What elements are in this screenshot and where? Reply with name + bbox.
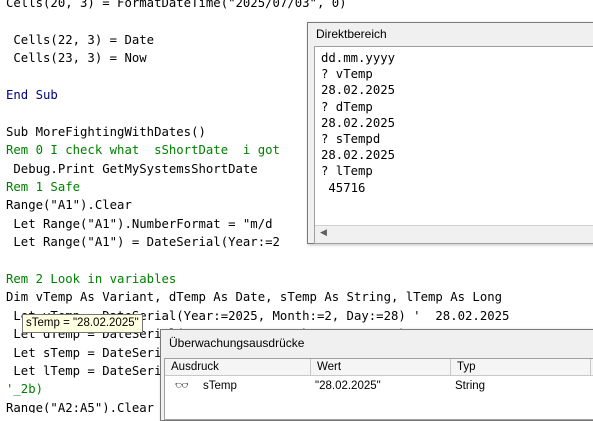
- immediate-horizontal-scrollbar[interactable]: ◀: [315, 225, 593, 243]
- code-line[interactable]: Cells(22, 3) = Date: [6, 31, 154, 49]
- code-line[interactable]: Cells(20, 3) = FormatDateTime("2025/07/0…: [6, 0, 347, 12]
- code-line[interactable]: '_2b): [6, 380, 43, 398]
- immediate-line[interactable]: 45716: [321, 180, 365, 197]
- immediate-line[interactable]: 28.02.2025: [321, 147, 395, 164]
- immediate-line[interactable]: ? vTemp: [321, 66, 373, 83]
- code-line[interactable]: Range("A1").Clear: [6, 196, 132, 214]
- code-line[interactable]: End Sub: [6, 86, 58, 104]
- code-line[interactable]: Rem 2 Look in variables: [6, 270, 176, 288]
- code-line[interactable]: Rem 0 I check what sShortDate i got: [6, 141, 280, 159]
- immediate-line[interactable]: ? sTempd: [321, 131, 380, 148]
- immediate-line[interactable]: dd.mm.yyyy: [321, 50, 395, 67]
- code-line[interactable]: Sub MoreFightingWithDates(): [6, 123, 206, 141]
- code-line[interactable]: Dim vTemp As Variant, dTemp As Date, sTe…: [6, 288, 502, 306]
- code-line[interactable]: Let Range("A1") = DateSerial(Year:=2: [6, 233, 280, 251]
- immediate-line[interactable]: ? lTemp: [321, 163, 373, 180]
- watch-window[interactable]: Überwachungsausdrücke Ausdruck Wert Typ …: [160, 329, 593, 421]
- code-line[interactable]: Cells(23, 3) = Now: [6, 49, 146, 67]
- watch-glasses-icon: 👓︎: [175, 379, 189, 392]
- code-line[interactable]: Let Range("A1").NumberFormat = "m/d: [6, 215, 272, 233]
- immediate-line[interactable]: 28.02.2025: [321, 82, 395, 99]
- code-line[interactable]: Debug.Print GetMySystemsShortDate: [6, 160, 257, 178]
- code-line[interactable]: Rem 1 Safe: [6, 178, 80, 196]
- immediate-window-content[interactable]: dd.mm.yyyy? vTemp 28.02.2025? dTemp 28.02.…: [314, 46, 593, 244]
- code-line[interactable]: Range("A2:A5").Clear: [6, 399, 154, 413]
- immediate-window-title[interactable]: Direktbereich: [308, 23, 593, 45]
- watch-expression[interactable]: sTemp: [203, 378, 303, 394]
- scroll-left-arrow-icon[interactable]: ◀: [318, 228, 329, 239]
- watch-grid[interactable]: Ausdruck Wert Typ K 👓︎ sTemp "28.02.2025…: [164, 358, 593, 420]
- variable-tooltip: sTemp = "28.02.2025": [22, 314, 143, 333]
- column-header-type[interactable]: Typ: [451, 359, 591, 376]
- watch-value[interactable]: "28.02.2025": [315, 378, 445, 394]
- watch-window-title[interactable]: Überwachungsausdrücke: [161, 330, 593, 356]
- immediate-window[interactable]: Direktbereich dd.mm.yyyy? vTemp 28.02.202…: [307, 22, 593, 244]
- immediate-line[interactable]: ? dTemp: [321, 99, 373, 116]
- immediate-line[interactable]: 28.02.2025: [321, 115, 395, 132]
- watch-type: String: [455, 380, 486, 392]
- column-header-value[interactable]: Wert: [311, 359, 451, 376]
- column-header-expression[interactable]: Ausdruck: [165, 359, 311, 376]
